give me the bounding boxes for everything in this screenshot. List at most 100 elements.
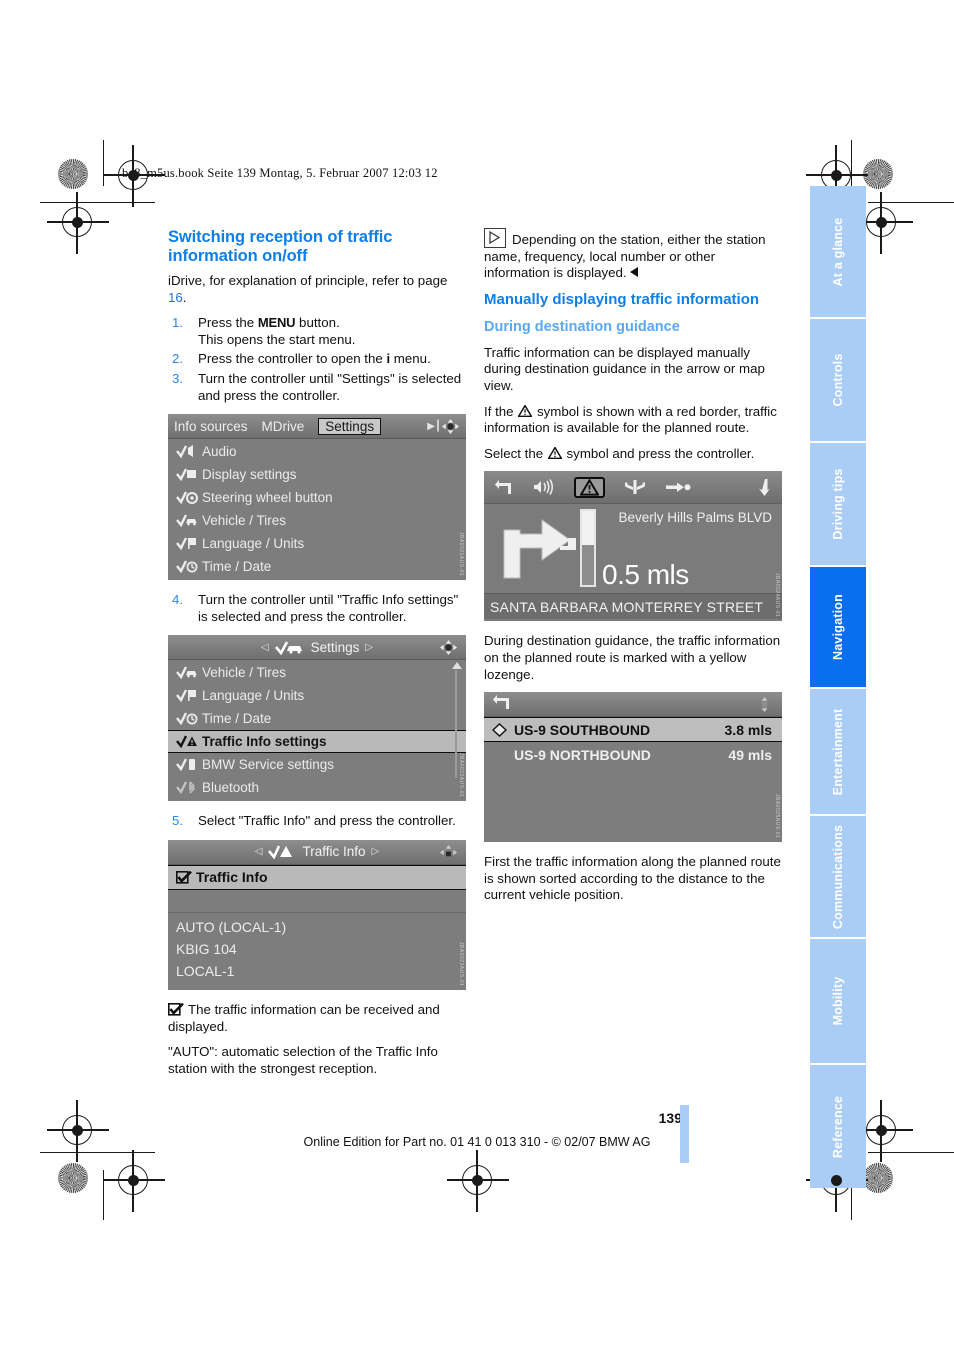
sidebar-item-mobility[interactable]: Mobility: [810, 939, 866, 1063]
procedure-steps: 1. Press the MENU button. This opens the s…: [168, 315, 466, 404]
scroll-track[interactable]: [455, 670, 457, 779]
sidebar-item-at-a-glance[interactable]: At a glance: [810, 186, 866, 317]
traffic-list-rows: US-9 SOUTHBOUND 3.8 mls US-9 NORTHBOUND …: [484, 717, 782, 767]
settings-row-vehicle-tires[interactable]: Vehicle / Tires: [168, 509, 466, 532]
step-number: 2.: [172, 351, 184, 367]
figure-code: JBA0021AUS-01: [458, 531, 464, 577]
tab-mdrive[interactable]: MDrive: [262, 419, 305, 434]
traffic-station-list: AUTO (LOCAL-1) KBIG 104 LOCAL-1: [168, 913, 466, 982]
traffic-row-southbound[interactable]: US-9 SOUTHBOUND 3.8 mls: [484, 717, 782, 743]
titlebar-center: ◁ Settings ▷: [174, 640, 460, 655]
step-item-1: 1. Press the MENU button. This opens the s…: [168, 315, 466, 348]
step-item-4: 4. Turn the controller until "Traffic Inf…: [168, 592, 466, 625]
step-text-end: button.: [295, 315, 340, 331]
settings-row-label: Steering wheel button: [202, 490, 333, 506]
next-arrow-icon[interactable]: ▷: [365, 642, 373, 653]
traffic-warning-icon: [268, 845, 293, 860]
tab-settings[interactable]: Settings: [318, 417, 382, 435]
settings-row-label: Bluetooth: [202, 780, 260, 796]
step-number: 4.: [172, 592, 184, 608]
clock-icon: [176, 711, 202, 726]
paragraph-text-a: Select the: [484, 445, 547, 461]
step-text-end: menu.: [390, 351, 431, 367]
station-row-local1[interactable]: LOCAL-1: [168, 960, 466, 982]
prev-arrow-icon[interactable]: ◁: [255, 846, 263, 857]
station-label: AUTO (LOCAL-1): [176, 918, 287, 935]
sidebar-item-controls[interactable]: Controls: [810, 319, 866, 441]
registration-mark-bottom-left-inner: [103, 1150, 165, 1212]
sidebar-item-communications[interactable]: Communications: [810, 816, 866, 937]
sidebar-item-driving-tips[interactable]: Driving tips: [810, 443, 866, 565]
screenshot-titlebar: ◁ Traffic Info ▷: [168, 839, 466, 865]
settings-row-vehicle-tires[interactable]: Vehicle / Tires: [168, 661, 466, 684]
settings-row-language-units[interactable]: Language / Units: [168, 532, 466, 555]
settings-row-time-date[interactable]: Time / Date: [168, 707, 466, 730]
distance-bar-fill: [582, 511, 594, 546]
joystick-lock-icon: [440, 844, 457, 857]
volume-icon[interactable]: [533, 479, 555, 496]
step-text-line2: This opens the start menu.: [198, 331, 356, 347]
paragraph-text-a: If the: [484, 403, 518, 419]
note-play-icon: [484, 228, 506, 248]
settings-row-audio[interactable]: Audio: [168, 440, 466, 463]
settings-row-bluetooth[interactable]: Bluetooth: [168, 776, 466, 799]
language-icon: [176, 536, 202, 551]
paragraph-red-border-symbol: If the symbol is shown with a red border…: [484, 404, 782, 437]
settings-row-label: Display settings: [202, 467, 297, 483]
settings-row-label: Vehicle / Tires: [202, 665, 287, 681]
settings-row-display-settings[interactable]: Display settings: [168, 463, 466, 486]
scroll-up-arrow-icon[interactable]: [452, 662, 462, 670]
settings-row-label: Traffic Info settings: [202, 734, 327, 750]
registration-mark-top-left-inner: [47, 192, 109, 254]
next-arrow-icon[interactable]: ▷: [372, 846, 380, 857]
traffic-row-distance: 3.8 mls: [724, 721, 772, 738]
station-row-auto[interactable]: AUTO (LOCAL-1): [168, 916, 466, 938]
footer-accent-bar: [680, 1105, 689, 1163]
page-reference-link[interactable]: 16: [168, 290, 183, 305]
figure-code: JBA0022AUS-01: [458, 753, 464, 798]
traffic-row-northbound[interactable]: US-9 NORTHBOUND 49 mls: [484, 742, 782, 767]
settings-row-bmw-service-settings[interactable]: BMW Service settings: [168, 753, 466, 776]
highway-icon[interactable]: [624, 479, 646, 495]
vehicle-icon: [176, 513, 202, 528]
sidebar-item-label: At a glance: [831, 217, 845, 286]
settings-row-language-units[interactable]: Language / Units: [168, 684, 466, 707]
checkbox-checked-icon[interactable]: [176, 870, 192, 884]
tab-info-sources[interactable]: Info sources: [174, 419, 248, 434]
joystick-icon: [440, 640, 457, 656]
turn-right-arrow-icon: [503, 519, 576, 579]
tab-next-arrow-icon[interactable]: ▶┃: [427, 421, 441, 432]
heading-manually-displaying: Manually displaying traffic information: [484, 290, 760, 308]
sidebar-item-entertainment[interactable]: Entertainment: [810, 689, 866, 814]
traffic-info-checkbox-row[interactable]: Traffic Info: [168, 864, 466, 890]
back-icon[interactable]: [492, 694, 512, 715]
sidebar-item-label: Controls: [831, 353, 845, 407]
destination-icon[interactable]: [665, 480, 691, 494]
settings-row-traffic-info-settings[interactable]: Traffic Info settings: [168, 730, 466, 754]
settings-item-list: Vehicle / Tires Language / Units Time / …: [168, 660, 466, 801]
settings-row-steering-wheel-button[interactable]: Steering wheel button: [168, 486, 466, 509]
settings-row-label: Audio: [202, 444, 237, 460]
right-column: Depending on the station, either the sta…: [484, 228, 782, 913]
lozenge-icon: [492, 722, 507, 737]
page-number: 139: [658, 1110, 682, 1126]
down-arrow-icon[interactable]: [758, 478, 772, 496]
registration-mark-top-right-inner: [851, 192, 913, 254]
figure-code: JBA0024AUS-01: [774, 573, 780, 618]
sidebar-item-reference[interactable]: Reference: [810, 1065, 866, 1188]
prev-arrow-icon[interactable]: ◁: [261, 642, 269, 653]
screenshot-arrow-view: Beverly Hills Palms BLVD 0.5 mls SANTA B…: [484, 471, 782, 622]
checkbox-note-text: The traffic information can be received …: [168, 1001, 440, 1034]
sidebar-item-label: Navigation: [831, 594, 845, 660]
joystick-icon: [761, 696, 768, 712]
step-number: 3.: [172, 370, 184, 386]
left-column: Switching reception of traffic informati…: [168, 228, 466, 1086]
running-header: ba8_m5us.book Seite 139 Montag, 5. Febru…: [122, 166, 438, 180]
station-row-kbig[interactable]: KBIG 104: [168, 938, 466, 960]
traffic-row-distance: 49 mls: [728, 746, 772, 763]
sidebar-item-navigation[interactable]: Navigation: [810, 567, 866, 687]
figure-code: JBA0025AUS-01: [774, 793, 780, 839]
traffic-warning-icon[interactable]: [574, 476, 605, 498]
back-icon[interactable]: [494, 479, 514, 495]
settings-row-time-date[interactable]: Time / Date: [168, 555, 466, 578]
